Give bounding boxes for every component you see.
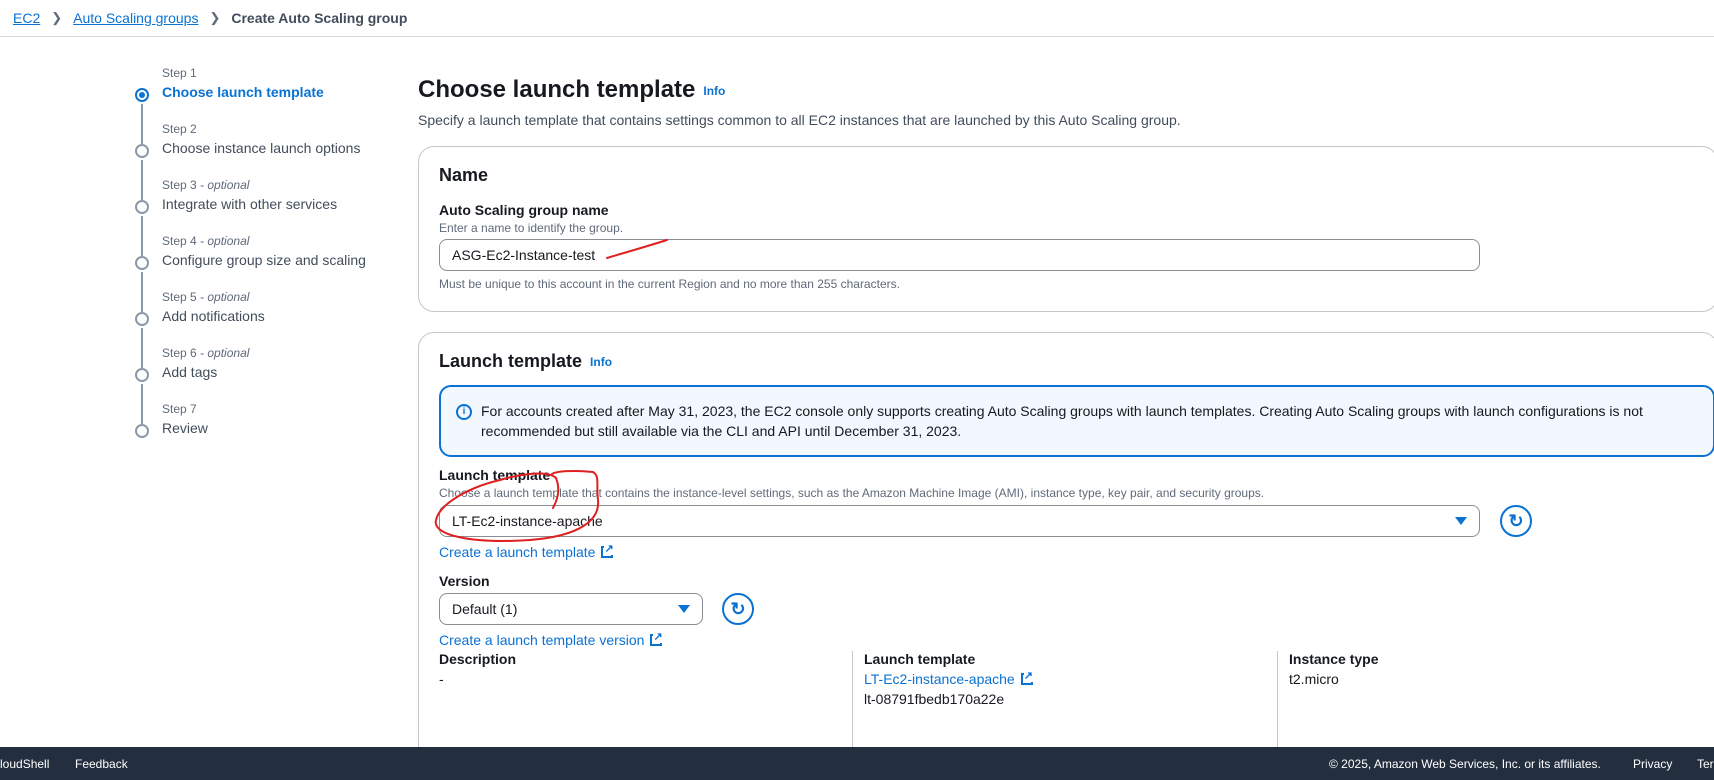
- step-dot-icon: [135, 200, 149, 214]
- chevron-right-icon: ❯: [51, 10, 63, 25]
- caret-down-icon: [678, 605, 690, 613]
- step-connector: [141, 160, 143, 200]
- refresh-button[interactable]: ↻: [1500, 505, 1532, 537]
- alert-text: For accounts created after May 31, 2023,…: [481, 403, 1643, 439]
- step-dot-icon: [135, 424, 149, 438]
- create-launch-template-version-link[interactable]: Create a launch template version: [439, 631, 663, 648]
- breadcrumb: EC2 ❯ Auto Scaling groups ❯ Create Auto …: [0, 0, 1714, 37]
- step-label: Step 7: [162, 402, 197, 416]
- step-label: Step 5 - optional: [162, 290, 250, 304]
- step-label: Step 6 - optional: [162, 346, 250, 360]
- column-divider: [1277, 651, 1278, 751]
- step-dot-icon: [135, 368, 149, 382]
- breadcrumb-current: Create Auto Scaling group: [231, 10, 408, 26]
- feedback-link[interactable]: Feedback: [75, 757, 128, 771]
- step-title: Configure group size and scaling: [162, 252, 366, 268]
- step-dot-icon: [135, 312, 149, 326]
- step-active-dot-icon: [135, 88, 149, 102]
- external-link-icon: [1020, 670, 1033, 685]
- privacy-link[interactable]: Privacy: [1633, 757, 1672, 771]
- asg-name-description: Enter a name to identify the group.: [439, 221, 624, 235]
- launch-template-heading: Launch template Info: [439, 351, 613, 371]
- instance-type-value: t2.micro: [1289, 671, 1339, 687]
- name-container: Name Auto Scaling group name Enter a nam…: [418, 146, 1714, 312]
- description-value: -: [439, 671, 444, 687]
- launch-template-id: lt-08791fbedb170a22e: [864, 691, 1005, 707]
- cloudshell-link[interactable]: loudShell: [0, 757, 49, 771]
- console-footer: loudShell Feedback © 2025, Amazon Web Se…: [0, 747, 1714, 780]
- step-label: Step 4 - optional: [162, 234, 250, 248]
- launch-template-detail-heading: Launch template: [864, 651, 976, 667]
- step-connector: [141, 384, 143, 424]
- launch-template-column: Launch template LT-Ec2-instance-apache l…: [864, 651, 1033, 751]
- chevron-right-icon: ❯: [209, 10, 221, 25]
- breadcrumb-asg-link[interactable]: Auto Scaling groups: [73, 10, 198, 26]
- column-divider: [852, 651, 853, 751]
- step-dot-icon: [135, 144, 149, 158]
- create-launch-template-link[interactable]: Create a launch template: [439, 543, 614, 560]
- description-heading: Description: [439, 651, 517, 667]
- terms-link[interactable]: Ter: [1697, 757, 1714, 771]
- version-label: Version: [439, 573, 490, 589]
- step-title: Choose launch template: [162, 84, 324, 100]
- asg-name-label: Auto Scaling group name: [439, 202, 609, 218]
- refresh-icon: ↻: [730, 599, 746, 619]
- page-description: Specify a launch template that contains …: [418, 112, 1181, 128]
- breadcrumb-ec2-link[interactable]: EC2: [13, 10, 40, 26]
- step-label: Step 2: [162, 122, 197, 136]
- launch-template-label: Launch template: [439, 467, 551, 483]
- step-title: Integrate with other services: [162, 196, 338, 212]
- info-circle-icon: i: [456, 404, 472, 420]
- launch-template-details: Description - Launch template LT-Ec2-ins…: [439, 651, 1714, 751]
- info-alert: i For accounts created after May 31, 202…: [439, 385, 1714, 457]
- step-dot-icon: [135, 256, 149, 270]
- instance-type-heading: Instance type: [1289, 651, 1379, 667]
- caret-down-icon: [1455, 517, 1467, 525]
- launch-template-description: Choose a launch template that contains t…: [439, 486, 1265, 500]
- name-heading: Name: [439, 165, 489, 185]
- version-selected: Default (1): [452, 601, 518, 617]
- external-link-icon: [601, 543, 614, 558]
- launch-template-select[interactable]: LT-Ec2-instance-apache: [439, 505, 1480, 537]
- step-label: Step 3 - optional: [162, 178, 250, 192]
- step-title: Review: [162, 420, 208, 436]
- version-refresh-button[interactable]: ↻: [722, 593, 754, 625]
- step-connector: [141, 104, 143, 144]
- page-title: Choose launch template Info: [418, 76, 726, 103]
- copyright-text: © 2025, Amazon Web Services, Inc. or its…: [1329, 756, 1601, 771]
- description-column: Description -: [439, 651, 516, 751]
- step-label: Step 1: [162, 66, 197, 80]
- external-link-icon: [650, 631, 663, 646]
- launch-template-selected: LT-Ec2-instance-apache: [452, 513, 603, 529]
- version-select[interactable]: Default (1): [439, 593, 703, 625]
- refresh-icon: ↻: [1508, 511, 1524, 531]
- asg-name-input[interactable]: ASG-Ec2-Instance-test: [439, 239, 1480, 271]
- instance-type-column: Instance type t2.micro: [1289, 651, 1378, 751]
- step-connector: [141, 216, 143, 256]
- step-title: Add tags: [162, 364, 218, 380]
- info-link[interactable]: Info: [590, 355, 612, 369]
- step-title: Choose instance launch options: [162, 140, 361, 156]
- step-title: Add notifications: [162, 308, 265, 324]
- step-connector: [141, 328, 143, 368]
- asg-name-constraint: Must be unique to this account in the cu…: [439, 277, 900, 291]
- launch-template-container: Launch template Info i For accounts creat…: [418, 332, 1714, 780]
- info-link[interactable]: Info: [703, 84, 725, 98]
- launch-template-detail-link[interactable]: LT-Ec2-instance-apache: [864, 670, 1033, 687]
- step-connector: [141, 272, 143, 312]
